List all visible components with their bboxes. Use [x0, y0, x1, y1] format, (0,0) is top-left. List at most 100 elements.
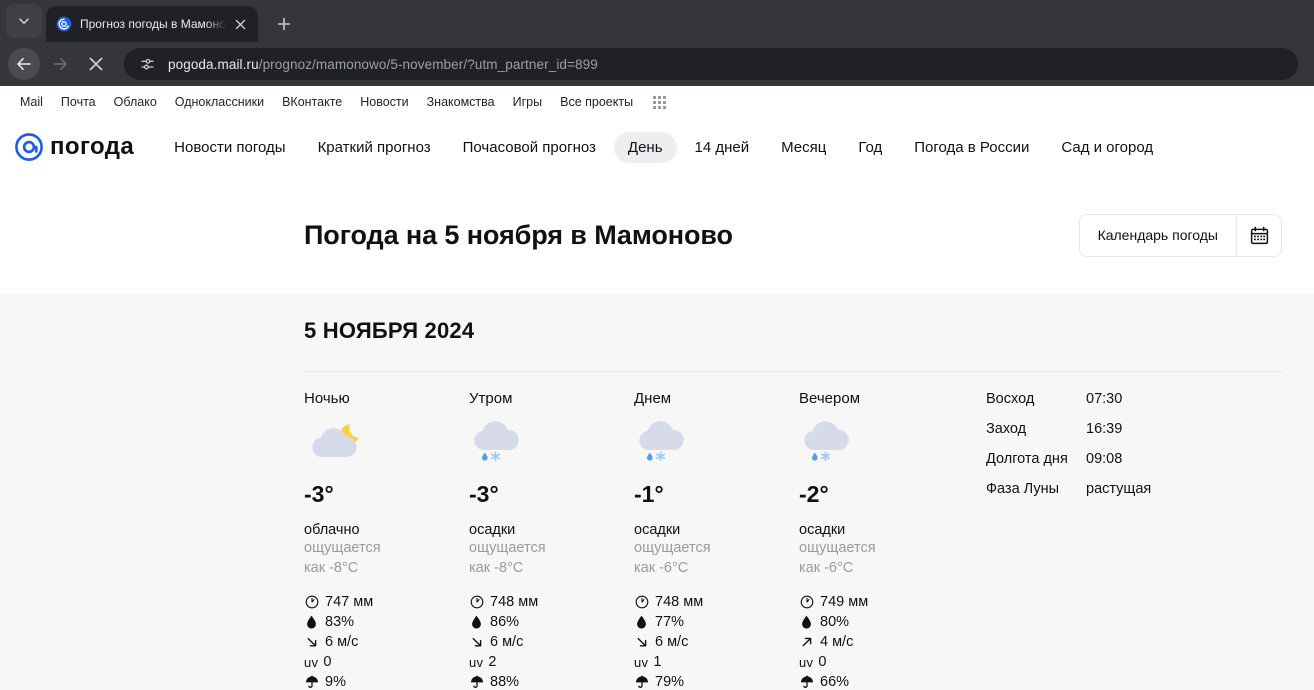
card-feels-line1: ощущается	[634, 540, 711, 556]
uv-label: uv	[304, 654, 319, 670]
uv-value: 0	[818, 654, 827, 670]
wind-arrow-down-right-icon	[634, 635, 649, 650]
water-drop-icon	[634, 615, 649, 630]
stat-pressure: 748 мм	[634, 592, 799, 612]
water-drop-icon	[469, 615, 484, 630]
cloud-rain-snow-icon	[634, 417, 799, 473]
info-row-daylength: Долгота дня 09:08	[986, 451, 1151, 481]
humidity-value: 86%	[490, 614, 520, 630]
humidity-value: 83%	[325, 614, 355, 630]
forecast-card-day: Днем -1° осадки ощущается как -6°C 748 м…	[634, 390, 799, 690]
wind-arrow-down-right-icon	[469, 635, 484, 650]
card-feels-line1: ощущается	[469, 540, 546, 556]
portal-link-igry[interactable]: Игры	[513, 95, 542, 109]
stat-pressure: 748 мм	[469, 592, 634, 612]
uv-label: uv	[799, 654, 814, 670]
browser-tab[interactable]: Прогноз погоды в Мамоново	[46, 6, 258, 42]
site-nav-links: Новости погоды Краткий прогноз Почасовой…	[160, 131, 1167, 163]
card-period-label: Ночью	[304, 390, 350, 407]
card-temperature: -1°	[634, 481, 664, 507]
site-settings-icon[interactable]	[136, 53, 158, 75]
stat-humidity: 77%	[634, 612, 799, 632]
address-bar[interactable]: pogoda.mail.ru/prognoz/mamonowo/5-novemb…	[124, 48, 1298, 80]
wind-value: 6 м/с	[490, 634, 524, 650]
barometer-icon	[634, 595, 649, 610]
nav-novosti-pogody[interactable]: Новости погоды	[160, 132, 299, 163]
info-row-sunrise: Восход 07:30	[986, 391, 1151, 421]
card-feels-line2: как -6°C	[634, 560, 689, 576]
stat-precipitation: 88%	[469, 672, 634, 690]
nav-mesyats[interactable]: Месяц	[767, 132, 840, 163]
plus-icon	[277, 17, 291, 31]
info-row-moonphase: Фаза Луны растущая	[986, 481, 1151, 511]
arrow-right-icon	[53, 58, 67, 70]
nav-den[interactable]: День	[613, 131, 677, 163]
nav-14-dney[interactable]: 14 дней	[681, 132, 764, 163]
barometer-icon	[304, 595, 319, 610]
apps-grid-icon[interactable]	[653, 95, 667, 109]
nav-god[interactable]: Год	[844, 132, 896, 163]
daylength-label: Долгота дня	[986, 451, 1068, 467]
wind-value: 6 м/с	[655, 634, 689, 650]
tab-search-button[interactable]	[6, 4, 42, 38]
pressure-value: 748 мм	[655, 594, 704, 610]
card-stats: 748 мм 86% 6 м/с uv 2 88%	[469, 592, 634, 690]
wind-arrow-down-right-icon	[304, 635, 319, 650]
nav-kratkiy-prognoz[interactable]: Краткий прогноз	[304, 132, 445, 163]
nav-pochasovoy-prognoz[interactable]: Почасовой прогноз	[449, 132, 610, 163]
card-feels-line2: как -8°C	[304, 560, 359, 576]
pressure-value: 748 мм	[490, 594, 539, 610]
card-stats: 747 мм 83% 6 м/с uv 0 9%	[304, 592, 469, 690]
forecast-card-night: Ночью -3° облачно ощущается как -8°C 747…	[304, 390, 469, 690]
stop-loading-button[interactable]	[80, 48, 112, 80]
humidity-value: 80%	[820, 614, 850, 630]
umbrella-icon	[634, 675, 649, 690]
browser-toolbar: pogoda.mail.ru/prognoz/mamonowo/5-novemb…	[0, 42, 1314, 86]
pogoda-logo[interactable]: погода	[14, 132, 134, 162]
wind-arrow-up-right-icon	[799, 635, 814, 650]
weather-calendar-button[interactable]: Календарь погоды	[1078, 213, 1282, 257]
card-temperature: -3°	[304, 481, 334, 507]
forecast-section: 5 НОЯБРЯ 2024 Ночью -3° облачно ощущаетс…	[0, 294, 1314, 690]
portal-link-oblako[interactable]: Облако	[114, 95, 157, 109]
sunrise-label: Восход	[986, 391, 1035, 407]
portal-link-pochta[interactable]: Почта	[61, 95, 96, 109]
tab-title: Прогноз погоды в Мамоново	[80, 17, 226, 31]
back-button[interactable]	[8, 48, 40, 80]
sunset-label: Заход	[986, 421, 1027, 437]
mailru-portal-bar: Mail Почта Облако Одноклассники ВКонтакт…	[0, 86, 1314, 118]
card-period-label: Вечером	[799, 390, 861, 407]
new-tab-button[interactable]	[270, 10, 298, 38]
portal-link-znakomstva[interactable]: Знакомства	[427, 95, 495, 109]
stat-wind: 6 м/с	[304, 632, 469, 652]
precip-value: 66%	[820, 674, 850, 690]
page-header: Погода на 5 ноября в Мамоново Календарь …	[0, 176, 1314, 294]
barometer-icon	[799, 595, 814, 610]
portal-link-odnoklassniki[interactable]: Одноклассники	[175, 95, 264, 109]
card-condition: осадки	[634, 522, 681, 538]
portal-link-vse-proekty[interactable]: Все проекты	[560, 95, 633, 109]
card-condition: осадки	[469, 522, 516, 538]
stat-uv: uv 0	[799, 652, 964, 672]
tab-close-button[interactable]	[230, 14, 250, 34]
nav-pogoda-v-rossii[interactable]: Погода в России	[900, 132, 1043, 163]
forward-button[interactable]	[44, 48, 76, 80]
uv-value: 0	[323, 654, 332, 670]
portal-link-mail[interactable]: Mail	[20, 95, 43, 109]
portal-link-vkontakte[interactable]: ВКонтакте	[282, 95, 342, 109]
cloud-rain-snow-icon	[799, 417, 964, 473]
stat-uv: uv 2	[469, 652, 634, 672]
moonphase-label: Фаза Луны	[986, 481, 1060, 497]
site-navigation: погода Новости погоды Краткий прогноз По…	[0, 118, 1314, 176]
stat-humidity: 83%	[304, 612, 469, 632]
nav-sad-i-ogorod[interactable]: Сад и огород	[1047, 132, 1167, 163]
portal-link-novosti[interactable]: Новости	[360, 95, 408, 109]
card-temperature: -2°	[799, 481, 829, 507]
barometer-icon	[469, 595, 484, 610]
calendar-icon[interactable]	[1236, 214, 1281, 256]
forecast-card-morning: Утром -3° осадки ощущается как -8°C 748 …	[469, 390, 634, 690]
tab-strip: Прогноз погоды в Мамоново	[0, 0, 1314, 42]
stat-humidity: 80%	[799, 612, 964, 632]
card-stats: 749 мм 80% 4 м/с uv 0 66%	[799, 592, 964, 690]
water-drop-icon	[799, 615, 814, 630]
